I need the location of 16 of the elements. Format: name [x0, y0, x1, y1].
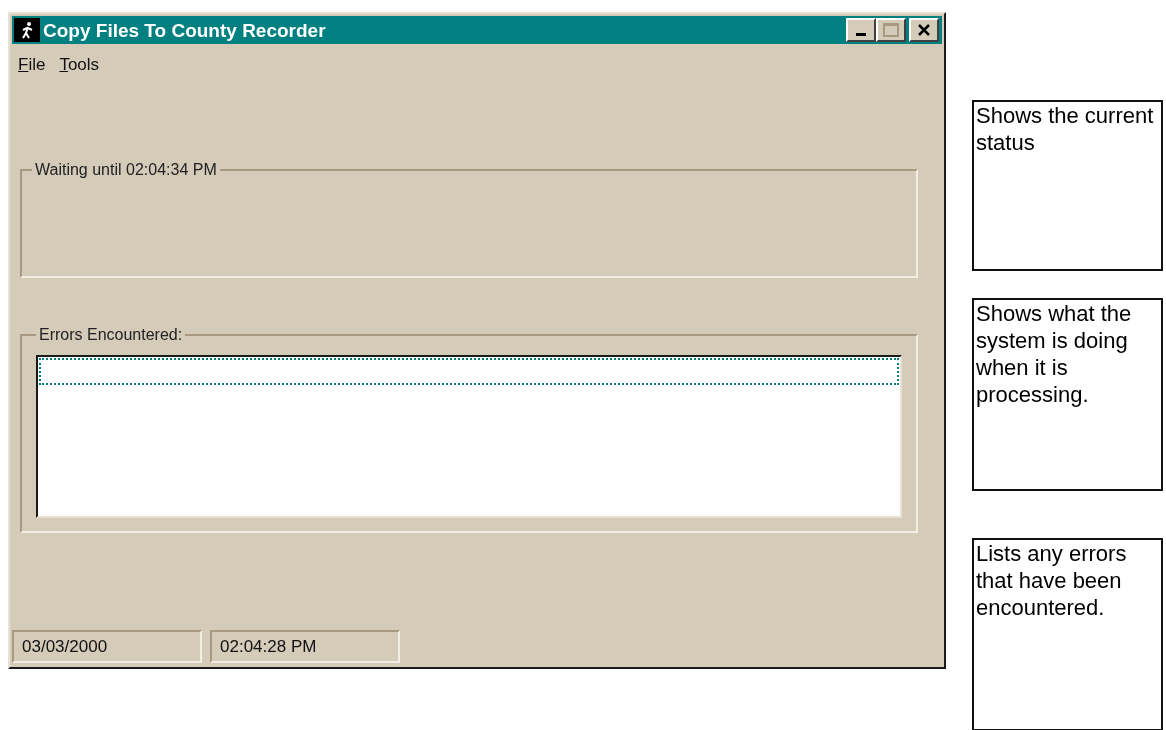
running-figure-icon [14, 18, 40, 42]
minimize-button[interactable] [846, 18, 876, 42]
maximize-button[interactable] [876, 18, 906, 42]
menu-item[interactable]: Tools [59, 52, 100, 78]
status-panel: 02:04:28 PM [210, 630, 400, 663]
callout-text: Lists any errors that have been encountered. [976, 540, 1128, 621]
close-icon [917, 24, 931, 36]
group-label: Waiting until 02:04:34 PM [34, 160, 218, 180]
errors-list[interactable] [36, 355, 902, 518]
group-label: Errors Encountered: [38, 325, 184, 345]
window-title: Copy Files To County Recorder [43, 20, 326, 40]
status-panel: 03/03/2000 [12, 630, 202, 663]
menu-item[interactable]: File [18, 52, 46, 78]
callout-text: Shows the current status [976, 102, 1155, 156]
callout-text: Shows what the system is doing when it is processing. [976, 300, 1133, 408]
close-button[interactable] [909, 18, 939, 42]
